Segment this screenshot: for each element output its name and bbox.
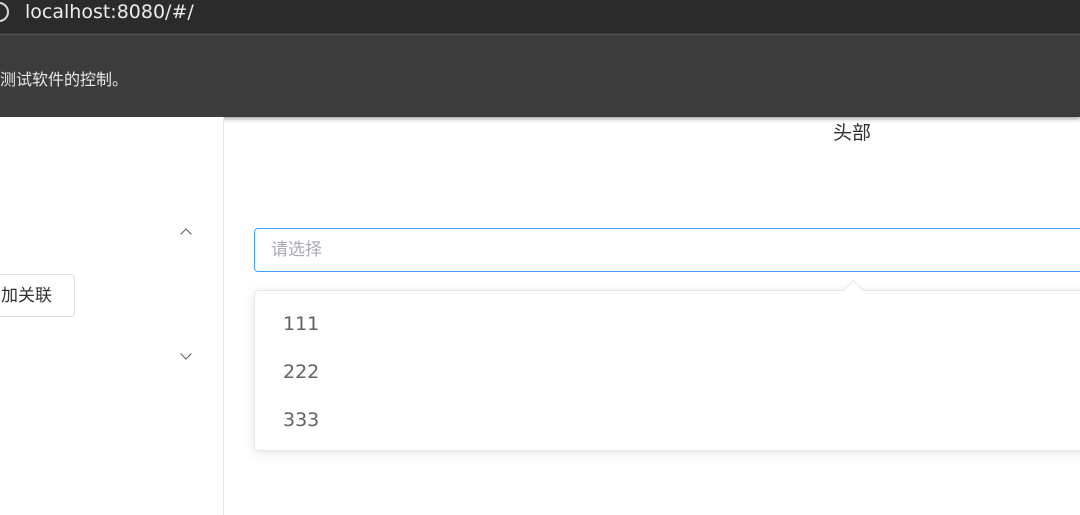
select-input[interactable]: [254, 228, 1080, 272]
chevron-down-icon[interactable]: [180, 348, 192, 360]
select-option[interactable]: 222: [255, 348, 1080, 396]
select-option[interactable]: 333: [255, 396, 1080, 444]
page-header-title: 头部: [833, 122, 872, 144]
site-info-icon[interactable]: [0, 2, 9, 22]
add-relation-button[interactable]: 加关联: [0, 274, 75, 317]
browser-url-bar[interactable]: localhost:8080/#/: [0, 0, 1080, 34]
infobar-message: 测试软件的控制。: [0, 70, 129, 89]
sidebar: 加关联: [0, 117, 224, 515]
chevron-up-icon[interactable]: [180, 228, 192, 240]
url-text[interactable]: localhost:8080/#/: [25, 0, 194, 24]
select-option[interactable]: 111: [255, 300, 1080, 348]
select-dropdown: 111 222 333: [254, 290, 1080, 451]
automation-infobar: 测试软件的控制。: [0, 34, 1080, 117]
